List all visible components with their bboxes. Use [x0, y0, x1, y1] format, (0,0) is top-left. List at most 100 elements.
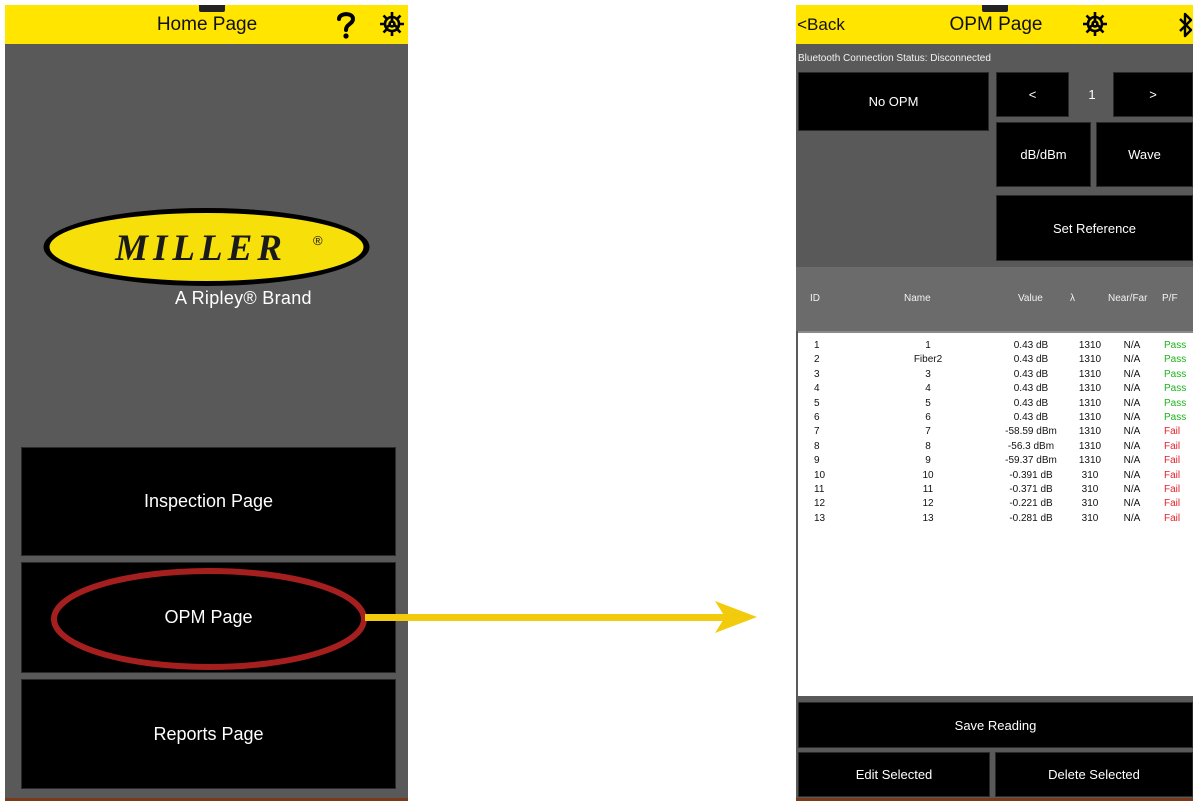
back-button[interactable]: <Back	[796, 5, 846, 44]
cell-wavelength: 310	[1081, 512, 1099, 524]
cell-name: 7	[925, 426, 931, 438]
cell-name: 6	[925, 412, 931, 423]
cell-near-far: N/A	[1123, 412, 1141, 423]
logo-registered-mark: ®	[313, 233, 323, 248]
cell-pass-fail: Fail	[1164, 455, 1181, 467]
cell-wavelength: 1310	[1078, 383, 1102, 395]
gear-icon[interactable]	[1082, 11, 1108, 37]
table-row[interactable]: 6 6 0.43 dB 1310 N/A Pass	[798, 411, 1193, 425]
cell-value: -0.371 dB	[1009, 484, 1053, 495]
cell-value: -59.37 dBm	[1005, 455, 1057, 467]
cell-id: 13	[814, 512, 826, 524]
cell-value: 0.43 dB	[1013, 397, 1049, 409]
set-reference-button[interactable]: Set Reference	[996, 195, 1193, 261]
cell-near-far: N/A	[1123, 484, 1141, 495]
wave-button[interactable]: Wave	[1096, 122, 1193, 187]
table-row[interactable]: 10 10 -0.391 dB 310 N/A Fail	[798, 469, 1193, 483]
cell-id: 11	[814, 484, 825, 495]
cell-pass-fail: Pass	[1164, 383, 1187, 395]
readings-table-body[interactable]: 1 1 0.43 dB 1310 N/A Pass 2 Fiber2 0.43 dB 1310 N/…	[798, 331, 1193, 696]
cell-name: 8	[925, 440, 931, 452]
table-row[interactable]: 3 3 0.43 dB 1310 N/A Pass	[798, 368, 1193, 382]
column-header-id: ID	[810, 293, 820, 304]
cell-near-far: N/A	[1123, 498, 1141, 510]
navigation-arrow-shaft	[365, 614, 727, 621]
cell-wavelength: 1310	[1078, 397, 1102, 409]
cell-name: Fiber2	[913, 354, 943, 366]
cell-near-far: N/A	[1123, 426, 1141, 438]
cell-name: 1	[925, 340, 931, 351]
miller-logo: MILLER ®	[43, 208, 370, 286]
table-row[interactable]: 11 11 -0.371 dB 310 N/A Fail	[798, 483, 1193, 497]
cell-value: -0.281 dB	[1009, 512, 1053, 524]
question-icon[interactable]	[335, 10, 357, 40]
highlight-ellipse	[51, 568, 367, 670]
table-row[interactable]: 5 5 0.43 dB 1310 N/A Pass	[798, 397, 1193, 411]
unit-toggle-button[interactable]: dB/dBm	[996, 122, 1091, 187]
cell-wavelength: 1310	[1078, 412, 1102, 423]
cell-wavelength: 1310	[1078, 440, 1102, 452]
cell-value: 0.43 dB	[1013, 368, 1049, 380]
prev-page-button[interactable]: <	[996, 72, 1069, 117]
cell-name: 12	[922, 498, 934, 510]
cell-near-far: N/A	[1123, 397, 1141, 409]
table-row[interactable]: 8 8 -56.3 dBm 1310 N/A Fail	[798, 440, 1193, 454]
column-header-wavelength: λ	[1070, 293, 1075, 304]
next-page-button[interactable]: >	[1113, 72, 1193, 117]
cell-pass-fail: Pass	[1164, 354, 1187, 366]
cell-id: 12	[814, 498, 826, 510]
bluetooth-icon[interactable]	[1178, 12, 1193, 38]
table-row[interactable]: 2 Fiber2 0.43 dB 1310 N/A Pass	[798, 353, 1193, 367]
brand-tagline: A Ripley® Brand	[175, 288, 312, 308]
cell-value: -0.221 dB	[1009, 498, 1053, 510]
cell-pass-fail: Pass	[1164, 397, 1187, 409]
table-row[interactable]: 4 4 0.43 dB 1310 N/A Pass	[798, 382, 1193, 396]
column-header-pass-fail: P/F	[1162, 293, 1178, 304]
cell-name: 11	[922, 484, 934, 495]
cell-name: 10	[922, 469, 934, 481]
cell-near-far: N/A	[1123, 340, 1141, 351]
cell-value: -56.3 dBm	[1007, 440, 1055, 452]
cell-pass-fail: Pass	[1164, 368, 1187, 380]
page-title: OPM Page	[949, 14, 1043, 35]
cell-id: 5	[814, 397, 820, 409]
cell-near-far: N/A	[1123, 354, 1141, 366]
cell-pass-fail: Fail	[1164, 484, 1181, 495]
opm-top-bar: <Back OPM Page	[796, 5, 1193, 44]
cell-wavelength: 1310	[1078, 354, 1102, 366]
cell-id: 9	[814, 455, 820, 467]
cell-id: 1	[814, 340, 820, 351]
cell-pass-fail: Fail	[1164, 498, 1181, 510]
inspection-page-button[interactable]: Inspection Page	[21, 447, 396, 556]
cell-name: 3	[925, 368, 931, 380]
device-select-button[interactable]: No OPM	[798, 72, 989, 131]
edit-selected-button[interactable]: Edit Selected	[798, 752, 990, 797]
cell-value: -58.59 dBm	[1005, 426, 1057, 438]
save-reading-button[interactable]: Save Reading	[798, 702, 1193, 748]
cell-near-far: N/A	[1123, 512, 1141, 524]
reports-page-button[interactable]: Reports Page	[21, 679, 396, 789]
cell-pass-fail: Fail	[1164, 440, 1181, 452]
cell-name: 4	[925, 383, 931, 395]
table-row[interactable]: 9 9 -59.37 dBm 1310 N/A Fail	[798, 454, 1193, 468]
cell-value: -0.391 dB	[1009, 469, 1053, 481]
cell-wavelength: 1310	[1078, 426, 1102, 438]
cell-value: 0.43 dB	[1013, 383, 1049, 395]
navigation-arrow-head	[715, 601, 757, 633]
cell-wavelength: 310	[1081, 469, 1099, 481]
home-page-screen: Home Page MILLER ® A Ripley® Brand Inspe…	[5, 5, 408, 801]
table-row[interactable]: 13 13 -0.281 dB 310 N/A Fail	[798, 512, 1193, 526]
delete-selected-button[interactable]: Delete Selected	[995, 752, 1193, 797]
column-header-value: Value	[1018, 293, 1043, 304]
cell-pass-fail: Fail	[1164, 469, 1181, 481]
cell-id: 7	[814, 426, 820, 438]
cell-value: 0.43 dB	[1013, 354, 1049, 366]
cell-name: 9	[925, 455, 931, 467]
bluetooth-status: Bluetooth Connection Status: Disconnecte…	[798, 53, 991, 64]
page-number: 1	[1088, 87, 1096, 102]
table-row[interactable]: 12 12 -0.221 dB 310 N/A Fail	[798, 497, 1193, 511]
gear-icon[interactable]	[379, 11, 405, 37]
table-row[interactable]: 7 7 -58.59 dBm 1310 N/A Fail	[798, 425, 1193, 439]
table-row[interactable]: 1 1 0.43 dB 1310 N/A Pass	[798, 339, 1193, 353]
cell-pass-fail: Fail	[1164, 426, 1181, 438]
